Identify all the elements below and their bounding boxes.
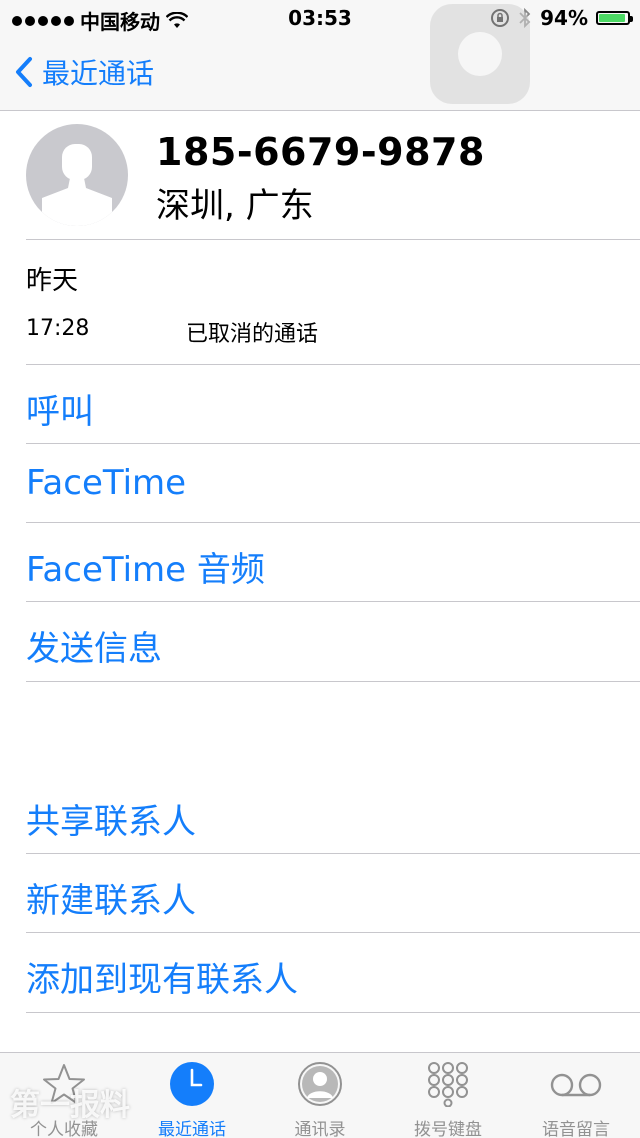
- add-to-existing-contact-button[interactable]: 添加到现有联系人: [26, 952, 298, 1001]
- call-button[interactable]: 呼叫: [26, 384, 94, 433]
- divider: [26, 239, 640, 240]
- star-icon: [43, 1064, 85, 1104]
- contacts-icon: [298, 1062, 342, 1106]
- tab-label: 通讯录: [294, 1120, 346, 1138]
- divider: [26, 522, 640, 523]
- call-log-status: 已取消的通话: [186, 322, 319, 347]
- battery-level-fill: [599, 14, 626, 22]
- navigation-bar: 最近通话: [0, 36, 640, 111]
- call-log-time: 17:28: [26, 316, 90, 341]
- battery-percent: 94%: [540, 6, 588, 30]
- phone-number: 185-6679-9878: [156, 130, 485, 174]
- tab-label: 最近通话: [158, 1120, 226, 1138]
- assistive-touch-button[interactable]: [430, 4, 530, 104]
- tab-recents[interactable]: 最近通话: [128, 1053, 256, 1138]
- back-button[interactable]: 最近通话: [14, 52, 154, 92]
- divider: [26, 853, 640, 854]
- share-contact-button[interactable]: 共享联系人: [26, 794, 196, 843]
- clock-icon: [170, 1062, 214, 1106]
- divider: [26, 443, 640, 444]
- facetime-audio-button[interactable]: FaceTime 音频: [26, 542, 265, 591]
- tab-favorites[interactable]: 个人收藏: [0, 1053, 128, 1138]
- keypad-icon: [428, 1062, 468, 1107]
- new-contact-button[interactable]: 新建联系人: [26, 873, 196, 922]
- divider: [26, 364, 640, 365]
- status-bar: 中国移动 03:53 94%: [0, 0, 640, 36]
- chevron-left-icon: [16, 57, 32, 87]
- tab-label: 个人收藏: [30, 1120, 98, 1138]
- contact-header: 185-6679-9878 深圳, 广东: [0, 110, 640, 240]
- divider: [26, 932, 640, 933]
- phone-location: 深圳, 广东: [156, 186, 314, 226]
- divider: [26, 601, 640, 602]
- voicemail-icon: [550, 1073, 602, 1097]
- tab-label: 拨号键盘: [414, 1120, 482, 1138]
- person-silhouette-icon: [42, 144, 112, 226]
- divider: [26, 1012, 640, 1013]
- divider: [26, 681, 640, 682]
- facetime-button[interactable]: FaceTime: [26, 463, 186, 503]
- tab-keypad[interactable]: 拨号键盘: [384, 1053, 512, 1138]
- contact-info-screen: 中国移动 03:53 94% 最近通话 185-6679-9878 深圳, 广东…: [0, 0, 640, 1138]
- avatar: [26, 124, 128, 226]
- tab-label: 语音留言: [542, 1120, 610, 1138]
- back-button-label: 最近通话: [42, 57, 155, 90]
- call-log-day: 昨天: [26, 266, 79, 296]
- tab-contacts[interactable]: 通讯录: [256, 1053, 384, 1138]
- battery-icon: [596, 11, 633, 25]
- tab-bar: 个人收藏 最近通话 通讯录 拨号键盘 语音留言: [0, 1052, 640, 1138]
- tab-voicemail[interactable]: 语音留言: [512, 1053, 640, 1138]
- send-message-button[interactable]: 发送信息: [26, 621, 162, 670]
